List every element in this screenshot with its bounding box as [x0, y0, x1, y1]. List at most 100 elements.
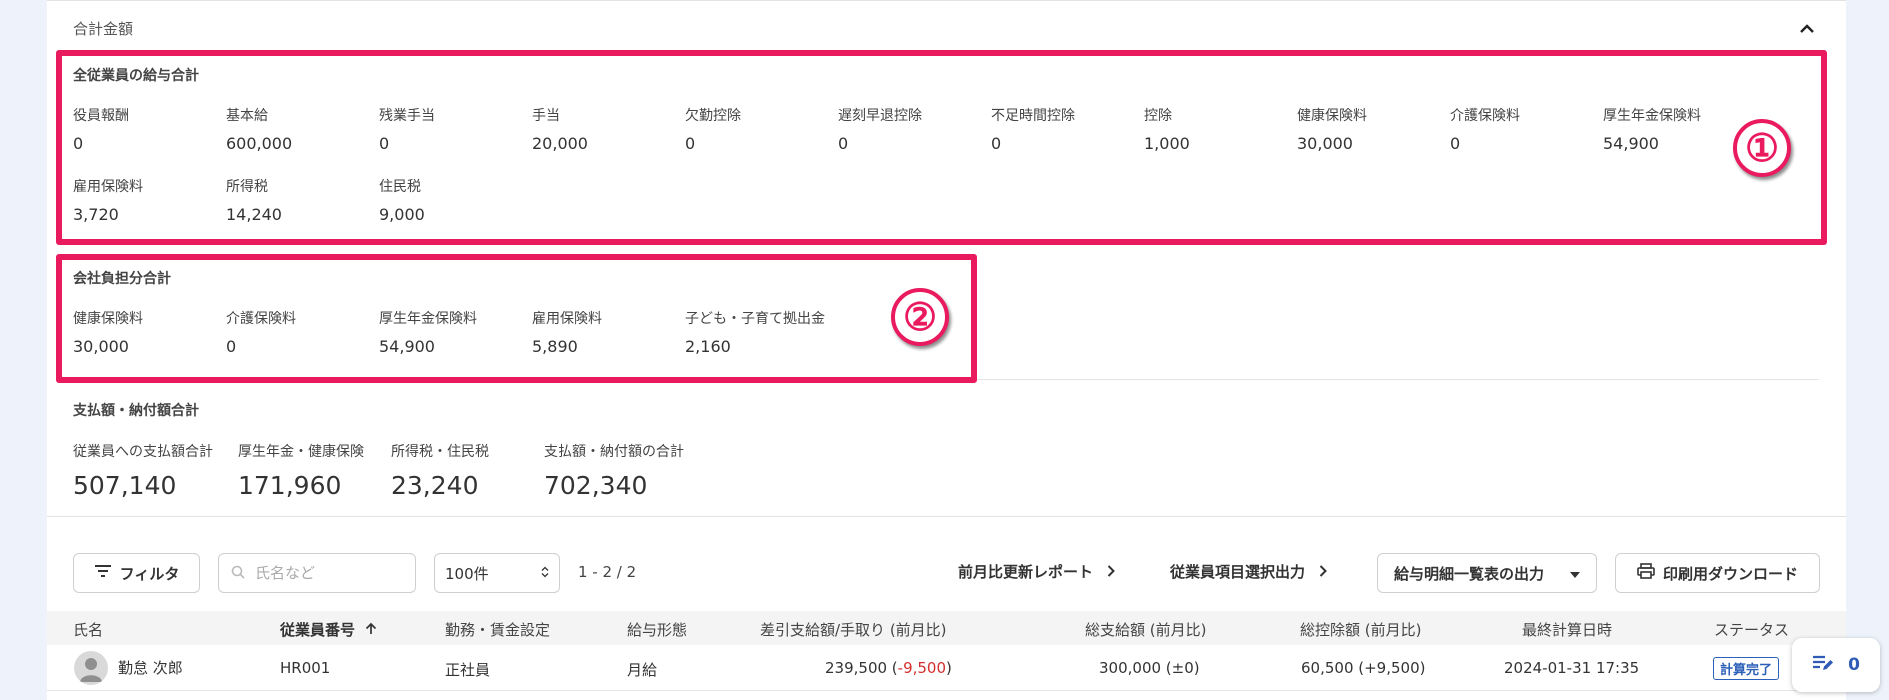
- filter-icon: [94, 564, 112, 582]
- kv-value: 30,000: [73, 337, 129, 356]
- payment-label: 従業員への支払額合計: [73, 444, 213, 460]
- annotation-number-2: ②: [891, 288, 949, 346]
- sort-arrow-up-icon: [365, 621, 377, 639]
- th-status[interactable]: ステータス: [1714, 619, 1789, 640]
- print-download-button[interactable]: 印刷用ダウンロード: [1615, 553, 1820, 593]
- kv-value: 54,900: [1603, 134, 1659, 153]
- net-pay-value: 239,500: [825, 659, 888, 677]
- kv-value: 2,160: [685, 337, 731, 356]
- gross-pay: 300,000 (±0): [1099, 659, 1200, 677]
- payment-total-title: 支払額・納付額合計: [73, 403, 199, 419]
- th-name[interactable]: 氏名: [73, 619, 103, 640]
- search-input[interactable]: [255, 564, 405, 582]
- deductions: 60,500 (+9,500): [1301, 659, 1426, 677]
- kv-label: 所得税: [226, 179, 268, 195]
- kv-value: 1,000: [1144, 134, 1190, 153]
- annotation-number-1: ①: [1733, 119, 1791, 177]
- kv-value: 30,000: [1297, 134, 1353, 153]
- kv-label: 雇用保険料: [532, 311, 602, 327]
- section-divider: [73, 379, 1819, 380]
- kv-label: 雇用保険料: [73, 179, 143, 195]
- kv-label: 残業手当: [379, 108, 435, 124]
- chevron-right-icon: [1319, 563, 1327, 581]
- company-total-title: 会社負担分合計: [73, 271, 171, 287]
- net-pay: 239,500 (-9,500): [825, 659, 952, 677]
- work-setting: 正社員: [445, 661, 491, 679]
- floating-count: 0: [1848, 655, 1860, 675]
- per-page-select[interactable]: 100件: [434, 553, 560, 593]
- kv-value: 0: [1450, 134, 1461, 153]
- report-link[interactable]: 前月比更新レポート: [958, 561, 1115, 582]
- payment-label: 所得税・住民税: [391, 444, 489, 460]
- kv-value: 14,240: [226, 205, 282, 224]
- payment-value: 702,340: [544, 471, 648, 500]
- last-calc: 2024-01-31 17:35: [1504, 659, 1640, 677]
- table-row[interactable]: 勤怠 次郎 HR001 正社員 月給 239,500 (-9,500) 300,…: [47, 645, 1846, 691]
- th-last-calc[interactable]: 最終計算日時: [1522, 619, 1612, 640]
- printer-icon: [1637, 563, 1655, 583]
- kv-label: 介護保険料: [1450, 108, 1520, 124]
- summary-header-title: 合計金額: [73, 20, 134, 38]
- caret-down-icon: [1570, 564, 1580, 582]
- kv-label: 不足時間控除: [991, 108, 1075, 124]
- kv-value: 0: [226, 337, 237, 356]
- kv-label: 子ども・子育て拠出金: [685, 311, 825, 327]
- kv-value: 0: [991, 134, 1002, 153]
- search-box[interactable]: [218, 553, 416, 593]
- th-pay-type[interactable]: 給与形態: [627, 619, 687, 640]
- print-download-label: 印刷用ダウンロード: [1662, 564, 1798, 583]
- payment-value: 23,240: [391, 471, 479, 500]
- th-work-setting[interactable]: 勤務・賃金設定: [445, 619, 550, 640]
- chevron-right-icon: [1107, 563, 1115, 581]
- kv-value: 54,900: [379, 337, 435, 356]
- kv-label: 控除: [1144, 108, 1172, 124]
- per-page-value: 100件: [445, 564, 489, 583]
- th-employee-no[interactable]: 従業員番号: [280, 619, 377, 640]
- kv-value: 20,000: [532, 134, 588, 153]
- kv-label: 住民税: [379, 179, 421, 195]
- floating-notes-button[interactable]: 0: [1792, 638, 1880, 692]
- note-edit-icon: [1812, 654, 1834, 677]
- avatar: [74, 651, 108, 685]
- net-pay-diff: -9,500: [897, 659, 947, 677]
- th-gross-pay[interactable]: 総支給額 (前月比): [1085, 619, 1206, 640]
- th-deductions[interactable]: 総控除額 (前月比): [1300, 619, 1421, 640]
- chevron-up-icon[interactable]: [1798, 19, 1816, 37]
- employee-no: HR001: [280, 659, 331, 677]
- kv-label: 役員報酬: [73, 108, 129, 124]
- select-arrows-icon: [541, 564, 549, 582]
- employee-name[interactable]: 勤怠 次郎: [118, 657, 183, 678]
- pay-type: 月給: [627, 661, 658, 679]
- summary-card: 合計金額 全従業員の給与合計 役員報酬 0 基本給 600,000 残業手当 0…: [47, 0, 1846, 700]
- list-export-button[interactable]: 給与明細一覧表の出力: [1377, 553, 1597, 593]
- kv-value: 0: [73, 134, 84, 153]
- th-net-pay[interactable]: 差引支給額/手取り (前月比): [760, 619, 947, 640]
- section-divider: [47, 516, 1846, 517]
- item-export-link[interactable]: 従業員項目選択出力: [1170, 561, 1327, 582]
- kv-value: 0: [379, 134, 390, 153]
- payment-value: 507,140: [73, 471, 177, 500]
- kv-label: 基本給: [226, 108, 268, 124]
- payment-value: 171,960: [238, 471, 342, 500]
- status-badge: 計算完了: [1713, 657, 1780, 680]
- kv-label: 欠勤控除: [685, 108, 741, 124]
- employee-total-title: 全従業員の給与合計: [73, 68, 199, 84]
- filter-button[interactable]: フィルタ: [73, 553, 200, 593]
- item-export-label: 従業員項目選択出力: [1170, 563, 1306, 581]
- kv-label: 介護保険料: [226, 311, 296, 327]
- table-header: 氏名 従業員番号 勤務・賃金設定 給与形態 差引支給額/手取り (前月比) 総支…: [47, 611, 1846, 645]
- search-icon: [231, 564, 245, 583]
- list-export-label: 給与明細一覧表の出力: [1394, 564, 1545, 583]
- kv-value: 600,000: [226, 134, 293, 153]
- kv-value: 3,720: [73, 205, 119, 224]
- report-link-label: 前月比更新レポート: [958, 563, 1094, 581]
- th-employee-no-label: 従業員番号: [280, 621, 356, 639]
- filter-label: フィルタ: [119, 564, 180, 583]
- payment-label: 支払額・納付額の合計: [544, 444, 684, 460]
- kv-value: 5,890: [532, 337, 578, 356]
- kv-label: 厚生年金保険料: [379, 311, 477, 327]
- paging-info: 1 - 2 / 2: [578, 563, 637, 581]
- kv-label: 手当: [532, 108, 560, 124]
- kv-label: 健康保険料: [1297, 108, 1367, 124]
- kv-label: 健康保険料: [73, 311, 143, 327]
